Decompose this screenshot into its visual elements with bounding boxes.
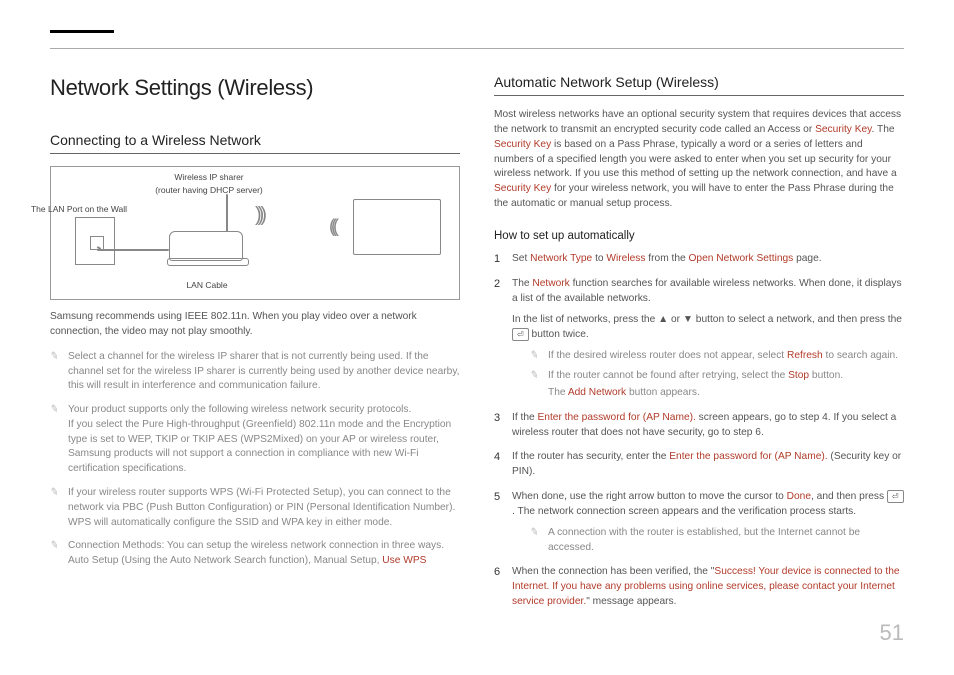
caption-cable: LAN Cable — [169, 279, 245, 291]
step-3: 3 If the Enter the password for (AP Name… — [494, 411, 904, 441]
waves-left-icon: ((( — [329, 213, 335, 239]
note-connection-methods: Connection Methods: You can setup the wi… — [50, 539, 460, 569]
caption-wall: The LAN Port on the Wall — [29, 203, 129, 215]
step-1: 1 Set Network Type to Wireless from the … — [494, 252, 904, 267]
step-4: 4 If the router has security, enter the … — [494, 450, 904, 480]
enter-button-icon: ⏎ — [887, 490, 904, 503]
wireless-diagram: Wireless IP sharer (router having DHCP s… — [50, 166, 460, 300]
note-wps: If your wireless router supports WPS (Wi… — [50, 486, 460, 530]
subheading-howto: How to set up automatically — [494, 228, 904, 245]
step-6: 6 When the connection has been verified,… — [494, 565, 904, 609]
note-refresh: If the desired wireless router does not … — [530, 349, 904, 364]
step-2: 2 The Network function searches for avai… — [494, 277, 904, 401]
intro-paragraph: Samsung recommends using IEEE 802.11n. W… — [50, 310, 460, 340]
auto-intro: Most wireless networks have an optional … — [494, 108, 904, 211]
page-title: Network Settings (Wireless) — [50, 72, 460, 104]
note-security-protocols: Your product supports only the following… — [50, 403, 460, 477]
tv-screen-icon — [353, 199, 441, 255]
note-stop: If the router cannot be found after retr… — [530, 369, 904, 401]
section-heading-auto: Automatic Network Setup (Wireless) — [494, 72, 904, 96]
page-number: 51 — [880, 617, 904, 649]
waves-right-icon: ))) — [255, 201, 263, 230]
steps-list: 1 Set Network Type to Wireless from the … — [494, 252, 904, 609]
wall-port-icon — [75, 217, 115, 265]
header-short-bar — [50, 30, 114, 33]
note-router-connected: A connection with the router is establis… — [530, 526, 904, 556]
note-channel: Select a channel for the wireless IP sha… — [50, 350, 460, 394]
lan-cable-line — [97, 249, 169, 251]
header-rule — [50, 48, 904, 49]
enter-button-icon: ⏎ — [512, 328, 529, 341]
right-column: Automatic Network Setup (Wireless) Most … — [494, 72, 904, 620]
step-5: 5 When done, use the right arrow button … — [494, 490, 904, 555]
section-heading-connecting: Connecting to a Wireless Network — [50, 130, 460, 154]
caption-sharer: Wireless IP sharer (router having DHCP s… — [149, 171, 269, 196]
notes-list: Select a channel for the wireless IP sha… — [50, 350, 460, 569]
router-icon — [169, 231, 243, 261]
left-column: Network Settings (Wireless) Connecting t… — [50, 72, 460, 620]
